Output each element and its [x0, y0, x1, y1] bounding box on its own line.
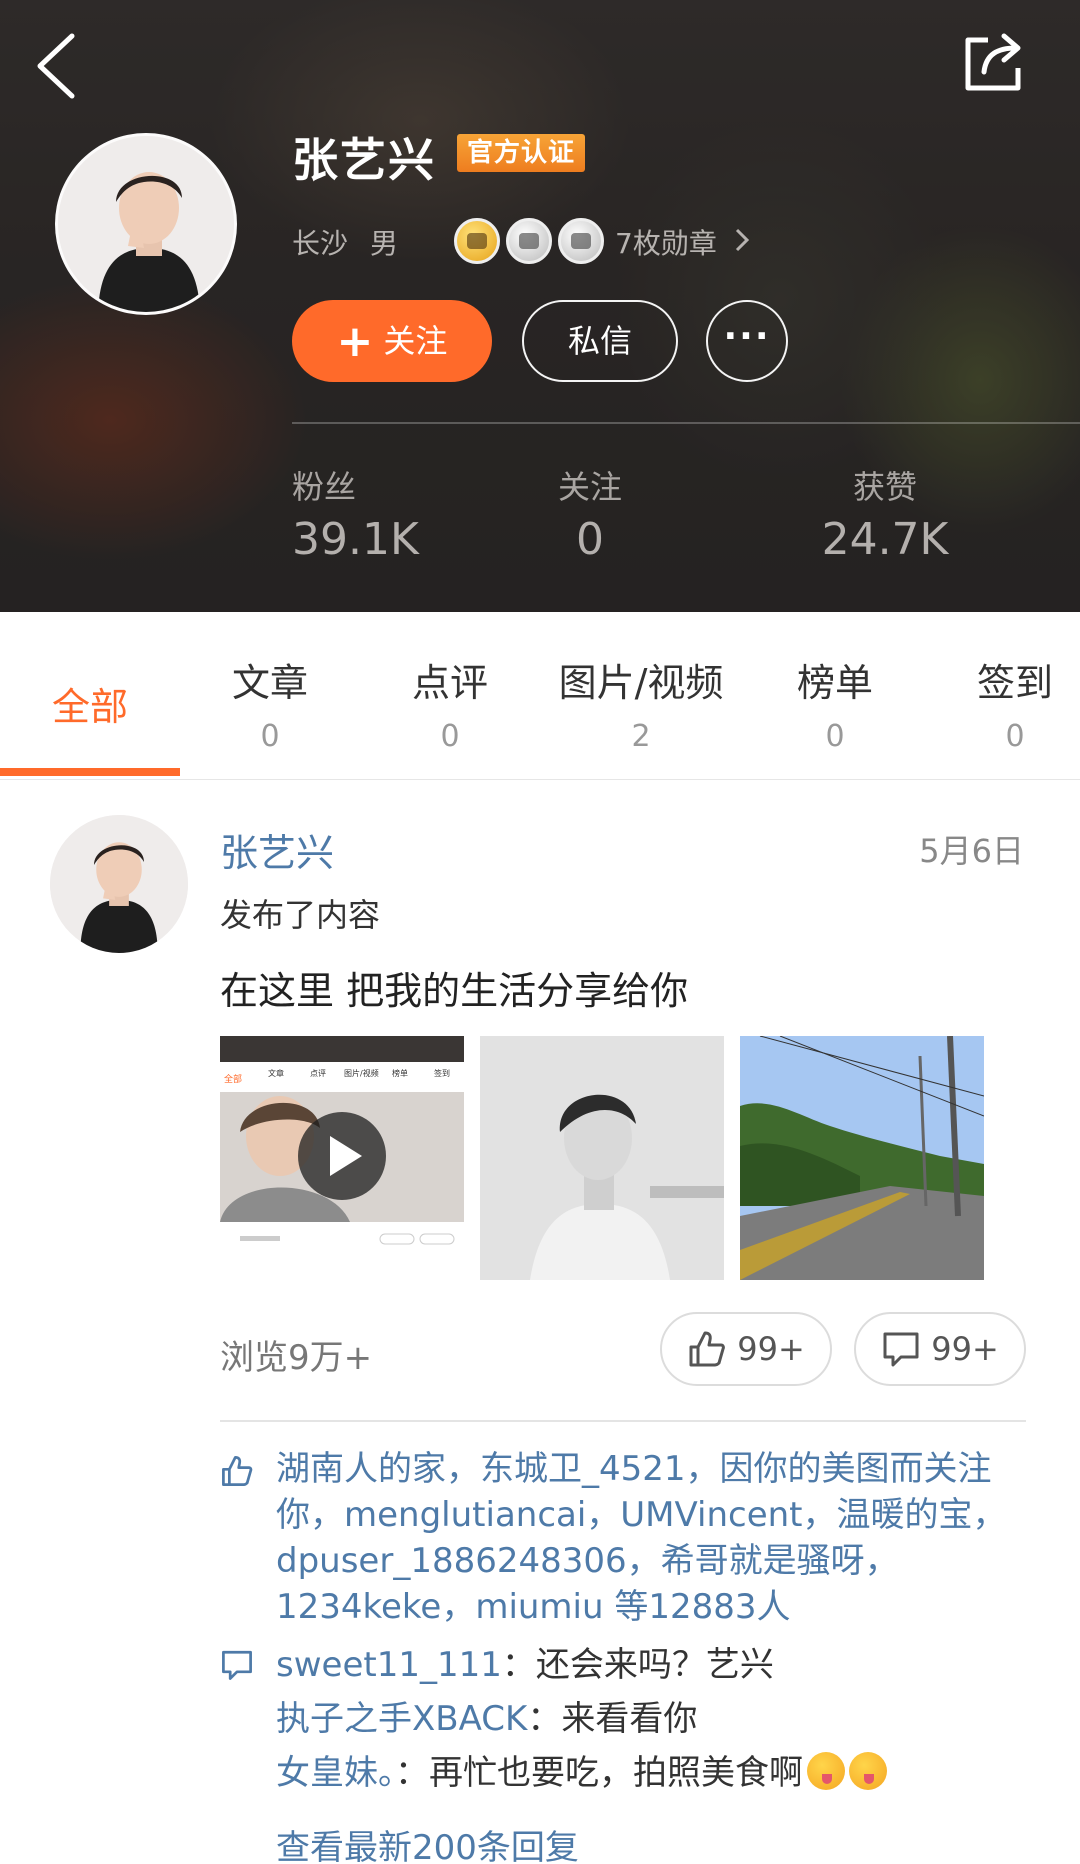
- tab-all[interactable]: 全部: [0, 612, 180, 780]
- video-preview: 全部 文章 点评 图片/视频 榜单 签到: [220, 1036, 464, 1280]
- post-action-text: 发布了内容: [220, 896, 381, 934]
- tab-count: 0: [440, 719, 460, 754]
- mini-tab-label: 文章: [268, 1068, 284, 1078]
- follow-label: 关注: [383, 322, 448, 360]
- comment-button[interactable]: 99+: [854, 1312, 1026, 1386]
- tab-count: 2: [631, 719, 651, 754]
- tongue-emoji-icon: [849, 1752, 887, 1790]
- reply-user[interactable]: 执子之手XBACK: [276, 1699, 527, 1739]
- tab-label: 签到: [976, 661, 1053, 705]
- stat-follows[interactable]: 关注 0: [535, 462, 645, 565]
- tongue-emoji-icon: [807, 1752, 845, 1790]
- reply-separator: ：: [527, 1699, 562, 1739]
- share-icon: [965, 33, 1021, 91]
- reply-item[interactable]: 执子之手XBACK：来看看你: [276, 1696, 697, 1742]
- profile-avatar[interactable]: [55, 133, 237, 315]
- reply-separator: ：: [395, 1753, 429, 1793]
- like-button[interactable]: 99+: [660, 1312, 832, 1386]
- post-video-thumbnail[interactable]: 全部 文章 点评 图片/视频 榜单 签到: [220, 1036, 464, 1280]
- more-button[interactable]: ···: [706, 300, 788, 382]
- tab-count: 0: [1005, 719, 1025, 754]
- message-button[interactable]: 私信: [522, 300, 678, 382]
- stat-fans[interactable]: 粉丝 39.1K: [292, 462, 422, 565]
- tab-count: 0: [825, 719, 845, 754]
- search-medal-icon: [506, 218, 552, 264]
- thumbs-up-icon: [689, 1331, 726, 1367]
- mini-tab-label: 榜单: [392, 1068, 408, 1078]
- reply-content: 还会来吗？艺兴: [535, 1645, 774, 1685]
- portrait-photo: [480, 1036, 724, 1280]
- more-dots-icon: ···: [723, 316, 771, 357]
- tab-rankings[interactable]: 榜单 0: [775, 612, 895, 780]
- tab-count: 0: [260, 719, 280, 754]
- tab-articles[interactable]: 文章 0: [210, 612, 330, 780]
- reply-separator: ：: [501, 1645, 536, 1685]
- plus-icon: +: [336, 316, 374, 367]
- chevron-left-icon: [37, 33, 75, 99]
- stat-value: 0: [576, 514, 604, 565]
- post-author-avatar[interactable]: [50, 815, 188, 953]
- post-body-text: 在这里 把我的生活分享给你: [220, 969, 689, 1013]
- content-tabs: 全部 文章 0 点评 0 图片/视频 2 榜单 0 签到 0: [0, 612, 1080, 780]
- header-divider: [292, 422, 1080, 424]
- tab-label: 图片/视频: [558, 661, 724, 705]
- post-author-name[interactable]: 张艺兴: [220, 822, 334, 877]
- tab-label: 文章: [231, 661, 308, 705]
- tab-photos-videos[interactable]: 图片/视频 2: [550, 612, 732, 780]
- gender-text: 男: [370, 227, 399, 260]
- stat-value: 24.7K: [821, 514, 949, 565]
- avatar-photo: [58, 136, 234, 312]
- stat-label: 粉丝: [292, 468, 357, 506]
- car-medal-icon: [454, 218, 500, 264]
- profile-info: 长沙男: [292, 222, 398, 262]
- tab-label: 榜单: [796, 661, 873, 705]
- post-photo-thumbnail[interactable]: [480, 1036, 724, 1280]
- reply-content: 再忙也要吃，拍照美食啊: [429, 1753, 803, 1793]
- follow-button[interactable]: + 关注: [292, 300, 492, 382]
- location-text: 长沙: [292, 227, 349, 260]
- post-photo-thumbnail[interactable]: [740, 1036, 984, 1280]
- tab-label: 点评: [411, 661, 488, 705]
- mini-tab-label: 全部: [224, 1073, 242, 1085]
- road-landscape-photo: [740, 1036, 984, 1280]
- medal-count-text: 7枚勋章: [615, 227, 717, 260]
- view-count: 浏览9万+: [220, 1338, 373, 1378]
- view-more-replies-link[interactable]: 查看最新200条回复: [276, 1820, 579, 1864]
- tab-checkins[interactable]: 签到 0: [955, 612, 1075, 780]
- like-count: 99+: [737, 1330, 805, 1368]
- share-button[interactable]: [958, 26, 1028, 96]
- medal-count-link[interactable]: 7枚勋章: [615, 222, 750, 262]
- official-badge: 官方认证: [457, 134, 586, 172]
- reply-user[interactable]: sweet11_111: [276, 1645, 502, 1685]
- stat-likes[interactable]: 获赞 24.7K: [815, 462, 955, 565]
- smile-medal-icon: [558, 218, 604, 264]
- profile-name: 张艺兴: [292, 133, 436, 187]
- stat-label: 获赞: [852, 468, 917, 506]
- chevron-right-icon: [734, 227, 750, 260]
- reply-content: 来看看你: [561, 1699, 698, 1739]
- medal-list[interactable]: [454, 215, 610, 267]
- post-date: 5月6日: [919, 832, 1024, 870]
- mini-tab-label: 点评: [310, 1069, 326, 1078]
- thumbs-up-icon: [220, 1454, 254, 1492]
- comment-count: 99+: [931, 1330, 999, 1368]
- profile-header: 张艺兴 官方认证 长沙男 7枚勋章 + 关注 私信 ··· 粉丝 39.1K 关注…: [0, 0, 1080, 612]
- comment-icon: [220, 1648, 254, 1686]
- stat-value: 39.1K: [292, 514, 419, 565]
- reply-user[interactable]: 女皇妹。: [276, 1753, 395, 1793]
- tab-label: 全部: [51, 685, 128, 729]
- active-tab-indicator: [0, 768, 180, 776]
- mini-tab-label: 图片/视频: [344, 1068, 379, 1078]
- reply-item[interactable]: 女皇妹。：再忙也要吃，拍照美食啊: [276, 1750, 887, 1796]
- likers-list[interactable]: 湖南人的家，东城卫_4521，因你的美图而关注你，menglutiancai，U…: [276, 1446, 1016, 1630]
- mini-tab-label: 签到: [434, 1068, 450, 1078]
- avatar-photo: [50, 815, 188, 953]
- post-divider: [220, 1420, 1026, 1422]
- back-button[interactable]: [28, 28, 88, 104]
- comment-icon: [883, 1332, 919, 1367]
- stat-label: 关注: [557, 468, 622, 506]
- reply-item[interactable]: sweet11_111：还会来吗？艺兴: [276, 1642, 774, 1688]
- tab-reviews[interactable]: 点评 0: [390, 612, 510, 780]
